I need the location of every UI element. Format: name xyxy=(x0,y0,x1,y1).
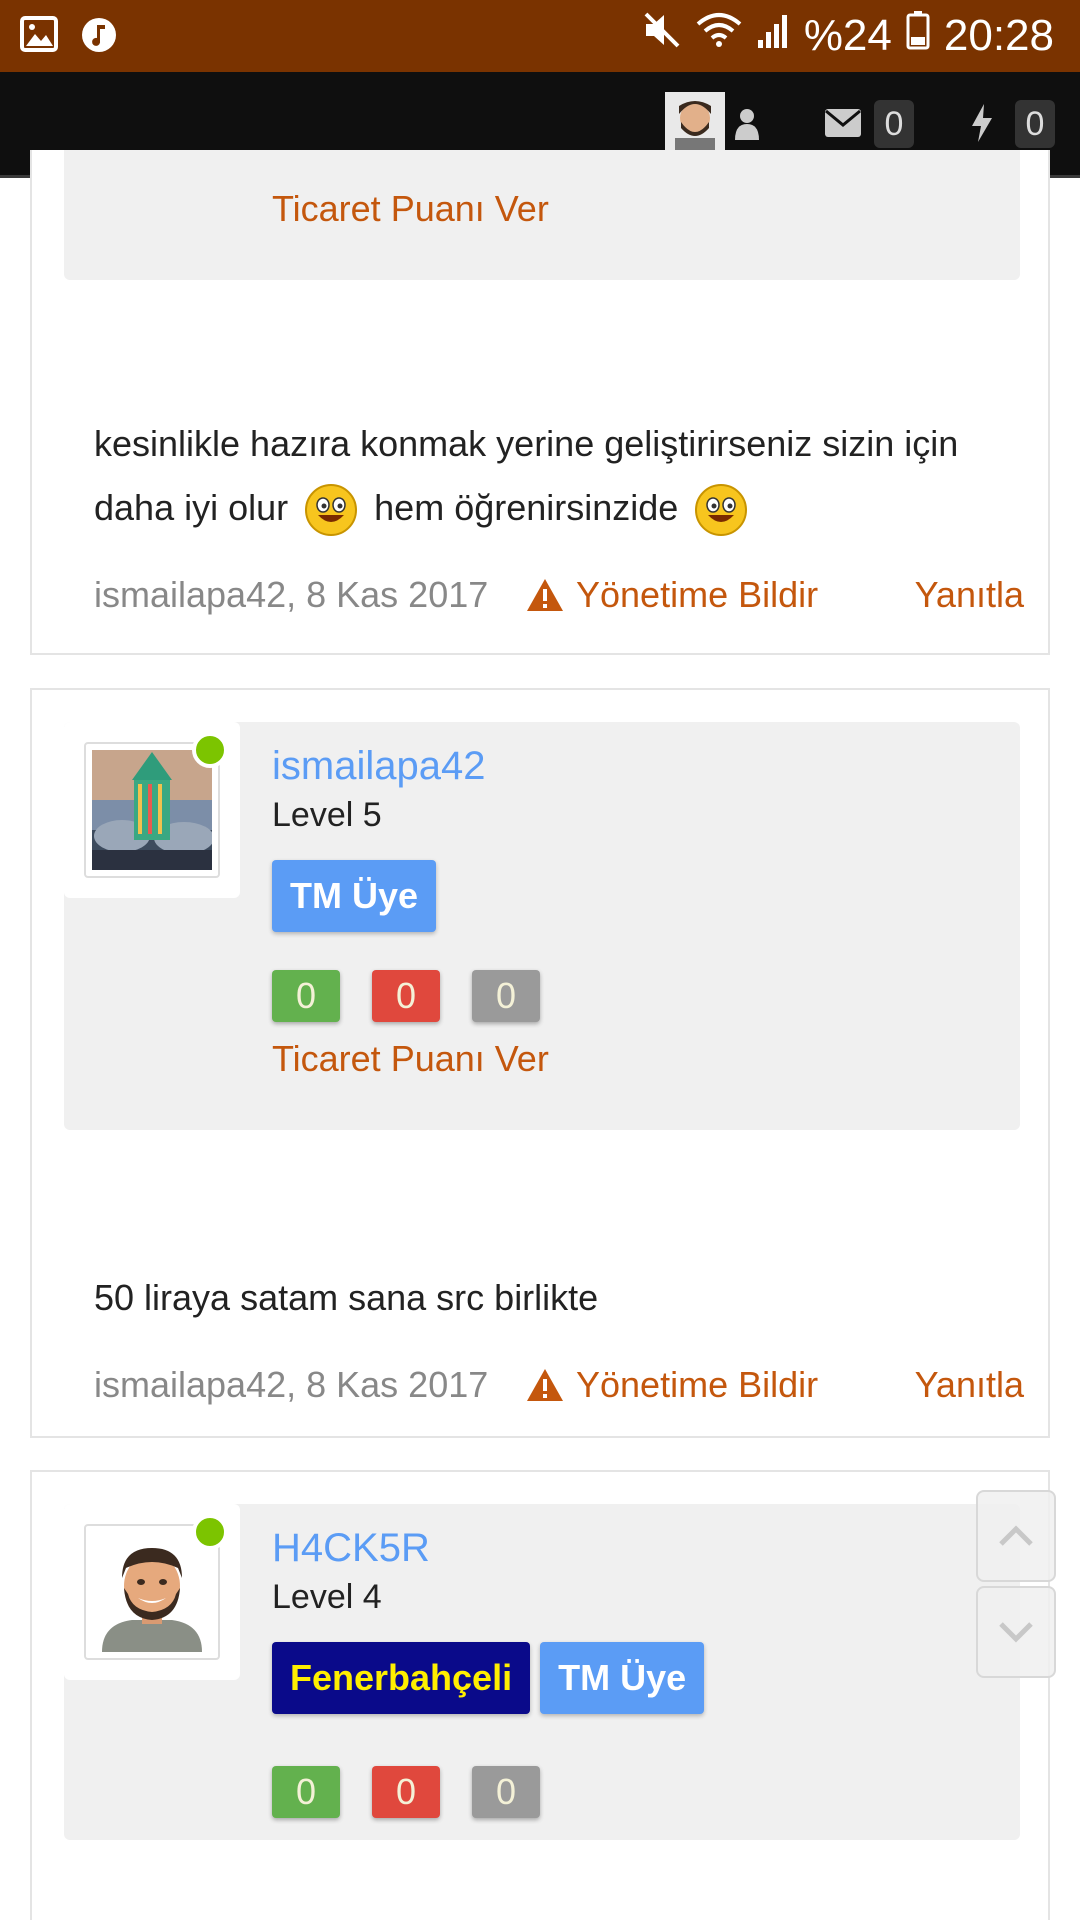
user-level: Level 5 xyxy=(272,796,382,834)
post-meta: ismailapa42, 8 Kas 2017 Yönetime Bildir … xyxy=(94,1364,1024,1406)
battery-percent: %24 xyxy=(803,11,892,60)
music-icon xyxy=(80,16,118,59)
report-link[interactable]: Yönetime Bildir xyxy=(526,1364,818,1406)
trade-neutral: 0 xyxy=(472,1766,540,1818)
user-info-panel: H4CK5R Level 4 Fenerbahçeli TM Üye 0 0 0 xyxy=(64,1504,1020,1840)
post-author-date[interactable]: ismailapa42, 8 Kas 2017 xyxy=(94,574,488,616)
post-author-date[interactable]: ismailapa42, 8 Kas 2017 xyxy=(94,1364,488,1406)
signal-icon xyxy=(756,8,790,64)
chevron-down-icon xyxy=(999,1622,1033,1643)
alerts-count[interactable]: 0 xyxy=(1015,100,1055,148)
forum-post: H4CK5R Level 4 Fenerbahçeli TM Üye 0 0 0 xyxy=(30,1470,1050,1920)
scroll-up-button[interactable] xyxy=(976,1490,1056,1582)
trade-neutral: 0 xyxy=(472,970,540,1022)
trade-negative: 0 xyxy=(372,1766,440,1818)
badge-tm-uye: TM Üye xyxy=(272,860,437,932)
trade-rating-link[interactable]: Ticaret Puanı Ver xyxy=(272,188,549,230)
username-link[interactable]: ismailapa42 xyxy=(272,744,485,789)
post-message: kesinlikle hazıra konmak yerine geliştir… xyxy=(94,412,994,540)
online-indicator xyxy=(192,732,228,768)
battery-icon xyxy=(906,8,930,64)
badge-fenerbahceli: Fenerbahçeli xyxy=(272,1642,531,1714)
trade-scores: 0 0 0 xyxy=(272,970,540,1022)
envelope-icon[interactable] xyxy=(824,108,862,143)
user-level: Level 4 xyxy=(272,1578,382,1616)
trade-scores: 0 0 0 xyxy=(272,1766,540,1818)
user-avatar[interactable] xyxy=(665,92,725,152)
status-bar: %24 20:28 xyxy=(0,0,1080,72)
messages-count[interactable]: 0 xyxy=(874,100,914,148)
report-label: Yönetime Bildir xyxy=(576,1364,819,1405)
avatar-frame xyxy=(64,1504,240,1680)
scroll-down-button[interactable] xyxy=(976,1586,1056,1678)
reply-link[interactable]: Yanıtla xyxy=(915,1364,1024,1406)
trade-rating-link[interactable]: Ticaret Puanı Ver xyxy=(272,1038,549,1080)
chevron-up-icon xyxy=(999,1525,1033,1546)
trade-negative: 0 xyxy=(372,970,440,1022)
message-text: hem öğrenirsinzide xyxy=(374,487,679,528)
reply-link[interactable]: Yanıtla xyxy=(915,574,1024,616)
avatar-frame xyxy=(64,722,240,898)
report-link[interactable]: Yönetime Bildir xyxy=(526,574,818,616)
user-badges: Fenerbahçeli TM Üye xyxy=(272,1642,705,1714)
gallery-icon xyxy=(20,16,58,59)
post-message-text: 50 liraya satam sana src birlikte xyxy=(94,1277,599,1318)
warning-icon xyxy=(527,1369,563,1401)
wifi-icon xyxy=(696,8,742,64)
person-icon[interactable] xyxy=(735,108,759,145)
warning-icon xyxy=(527,579,563,611)
online-indicator xyxy=(192,1514,228,1550)
user-badges: TM Üye xyxy=(272,860,437,932)
lightning-icon[interactable] xyxy=(970,104,994,147)
smiley-icon xyxy=(694,483,748,537)
forum-post: Ticaret Puanı Ver kesinlikle hazıra konm… xyxy=(30,150,1050,655)
user-info-panel: ismailapa42 Level 5 TM Üye 0 0 0 Ticaret… xyxy=(64,722,1020,1130)
smiley-icon xyxy=(304,483,358,537)
report-label: Yönetime Bildir xyxy=(576,574,819,615)
forum-post: ismailapa42 Level 5 TM Üye 0 0 0 Ticaret… xyxy=(30,688,1050,1438)
badge-tm-uye: TM Üye xyxy=(540,1642,705,1714)
user-info-panel: Ticaret Puanı Ver xyxy=(64,150,1020,280)
clock: 20:28 xyxy=(943,11,1054,60)
trade-positive: 0 xyxy=(272,1766,340,1818)
mute-icon xyxy=(642,8,682,64)
post-meta: ismailapa42, 8 Kas 2017 Yönetime Bildir … xyxy=(94,574,1024,616)
trade-positive: 0 xyxy=(272,970,340,1022)
username-link[interactable]: H4CK5R xyxy=(272,1526,430,1571)
